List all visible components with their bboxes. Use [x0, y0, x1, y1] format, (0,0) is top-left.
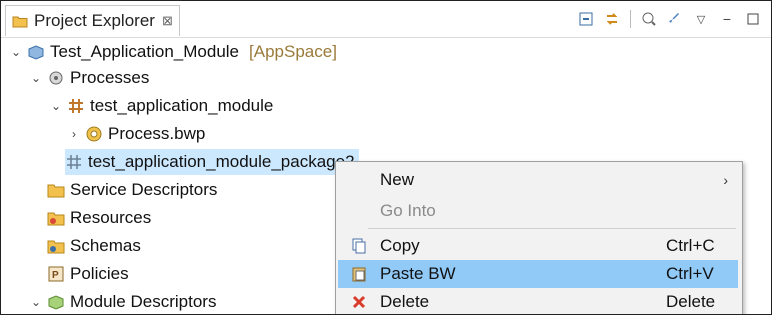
package-icon	[67, 97, 85, 115]
process-file-label: Process.bwp	[108, 124, 206, 143]
tree-item-root[interactable]: ⌄ Test_Application_Module [AppSpace]	[9, 39, 337, 65]
copy-icon	[350, 237, 368, 255]
close-tab-icon[interactable]: ⊠	[162, 13, 173, 29]
link-with-editor-icon[interactable]	[602, 9, 622, 29]
menu-item-copy[interactable]: Copy Ctrl+C	[338, 232, 738, 260]
menu-item-copy-shortcut: Ctrl+C	[666, 236, 715, 255]
context-menu: New › Go Into Copy Ctrl+C Paste BW Ctrl+…	[335, 161, 743, 314]
schemas-label: Schemas	[70, 236, 141, 255]
filter-icon[interactable]	[639, 9, 659, 29]
rocket-icon[interactable]	[665, 9, 685, 29]
policy-icon: P	[47, 265, 65, 283]
chevron-right-icon[interactable]: ›	[67, 127, 81, 141]
processes-icon	[47, 69, 65, 87]
tree-item-package[interactable]: ⌄ test_application_module	[49, 93, 273, 119]
tree-item-schemas[interactable]: Schemas	[47, 233, 141, 259]
view-header: Project Explorer ⊠ ▽ −	[1, 1, 771, 38]
package2-label: test_application_module_package2	[88, 152, 355, 171]
view-menu-icon[interactable]: ▽	[691, 9, 711, 29]
paste-icon	[350, 265, 368, 283]
menu-item-new[interactable]: New ›	[338, 166, 738, 194]
chevron-down-icon[interactable]: ⌄	[29, 295, 43, 309]
tree-item-processes[interactable]: ⌄ Processes	[29, 65, 149, 91]
root-label: Test_Application_Module	[50, 42, 240, 61]
process-file-icon	[85, 125, 103, 143]
menu-item-paste-bw-shortcut: Ctrl+V	[666, 264, 714, 283]
view-title: Project Explorer	[34, 11, 155, 30]
tree-item-resources[interactable]: Resources	[47, 205, 151, 231]
module-descriptors-label: Module Descriptors	[70, 292, 217, 311]
maximize-icon[interactable]	[743, 9, 763, 29]
folder-icon	[47, 181, 65, 199]
toolbar-separator	[630, 10, 631, 28]
tree-item-package2[interactable]: test_application_module_package2	[65, 149, 359, 175]
tree-item-process-file[interactable]: › Process.bwp	[67, 121, 205, 147]
view-toolbar: ▽ −	[576, 7, 763, 31]
folder-icon	[47, 237, 65, 255]
module-icon	[27, 43, 45, 61]
policies-label: Policies	[70, 264, 129, 283]
chevron-down-icon[interactable]: ⌄	[29, 71, 43, 85]
tree-item-module-descriptors[interactable]: ⌄ Module Descriptors	[29, 289, 217, 314]
menu-item-paste-bw[interactable]: Paste BW Ctrl+V	[338, 260, 738, 288]
minimize-icon[interactable]: −	[717, 9, 737, 29]
folder-icon	[47, 209, 65, 227]
menu-item-new-label: New	[380, 170, 415, 189]
menu-item-paste-bw-label: Paste BW	[380, 264, 456, 283]
service-descriptors-label: Service Descriptors	[70, 180, 218, 199]
processes-label: Processes	[70, 68, 150, 87]
module-descriptor-icon	[47, 293, 65, 311]
delete-icon	[350, 293, 368, 311]
menu-item-delete-shortcut: Delete	[666, 292, 716, 311]
menu-separator	[368, 228, 736, 229]
menu-item-go-into[interactable]: Go Into	[338, 197, 738, 225]
submenu-arrow-icon: ›	[723, 172, 728, 188]
menu-item-delete[interactable]: Delete Delete	[338, 288, 738, 314]
menu-item-delete-label: Delete	[380, 292, 430, 311]
tree-item-policies[interactable]: P Policies	[47, 261, 129, 287]
package-icon	[65, 153, 83, 171]
svg-text:P: P	[52, 270, 59, 281]
appspace-tag: [AppSpace]	[249, 42, 337, 61]
project-explorer-view: Project Explorer ⊠ ▽ − ⌄ Test_Applicatio…	[0, 0, 772, 315]
chevron-down-icon[interactable]: ⌄	[9, 45, 23, 59]
tree-item-service-descriptors[interactable]: Service Descriptors	[47, 177, 217, 203]
package-label: test_application_module	[90, 96, 274, 115]
folder-icon	[12, 14, 28, 28]
tab-project-explorer[interactable]: Project Explorer ⊠	[5, 5, 180, 36]
chevron-down-icon[interactable]: ⌄	[49, 99, 63, 113]
menu-item-go-into-label: Go Into	[380, 201, 436, 220]
menu-item-copy-label: Copy	[380, 236, 420, 255]
collapse-all-icon[interactable]	[576, 9, 596, 29]
resources-label: Resources	[70, 208, 152, 227]
